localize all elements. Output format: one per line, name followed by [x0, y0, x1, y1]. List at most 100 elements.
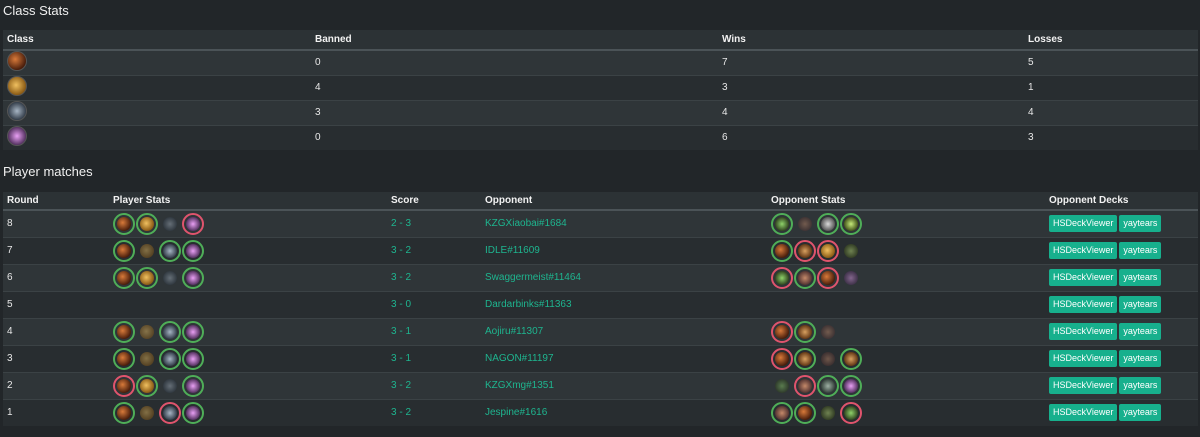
opponent-stats-icons [771, 320, 1041, 343]
rogue-icon [113, 320, 135, 343]
column-header-round: Round [3, 192, 109, 211]
warlock-icon [840, 240, 862, 262]
opponent-link[interactable]: Aojiru#11307 [481, 317, 767, 345]
class-stat-losses: 1 [1024, 74, 1198, 100]
yaytears-button[interactable]: yaytears [1119, 296, 1162, 313]
score-link[interactable]: 3 - 2 [387, 263, 481, 291]
round-cell: 1 [3, 398, 109, 426]
hsdeckviewer-button[interactable]: HSDeckViewer [1049, 215, 1118, 233]
hunter-icon [840, 347, 862, 370]
opponent-decks-cell: HSDeckViewer yaytears [1045, 344, 1198, 372]
paladin-icon [136, 266, 158, 289]
warrior-icon [794, 374, 816, 397]
player-stats-cell [109, 371, 387, 399]
yaytears-button[interactable]: yaytears [1119, 323, 1162, 340]
hsdeckviewer-button[interactable]: HSDeckViewer [1049, 242, 1118, 259]
hsdeckviewer-button[interactable]: HSDeckViewer [1049, 350, 1118, 367]
mage-icon [159, 267, 181, 289]
match-row: 4 3 - 1 Aojiru#11307 HSDeckViewer yaytears [3, 317, 1198, 345]
score-link[interactable]: 3 - 1 [387, 344, 481, 372]
player-stats-cell [109, 317, 387, 345]
demon-hunter-icon [182, 347, 204, 370]
rogue-class-icon [7, 51, 27, 72]
class-stat-banned: 3 [311, 99, 718, 125]
class-stat-wins: 6 [718, 124, 1024, 150]
opponent-link[interactable]: KZGXiaobai#1684 [481, 209, 767, 237]
yaytears-button[interactable]: yaytears [1119, 269, 1162, 286]
player-stats-icons [113, 212, 383, 235]
demon-hunter-icon [182, 266, 204, 289]
round-cell: 6 [3, 263, 109, 291]
warlock-icon [840, 212, 862, 235]
score-link[interactable]: 3 - 2 [387, 398, 481, 426]
hsdeckviewer-button[interactable]: HSDeckViewer [1049, 404, 1118, 422]
paladin-icon [136, 402, 158, 424]
demon-hunter-class-icon [7, 126, 27, 147]
class-stat-banned: 4 [311, 74, 718, 100]
opponent-link[interactable]: Swaggermeist#11464 [481, 263, 767, 291]
opponent-stats-cell [767, 209, 1045, 237]
class-stats-row: 431 [3, 74, 1198, 100]
paladin-class-icon [7, 76, 27, 96]
hsdeckviewer-button[interactable]: HSDeckViewer [1049, 377, 1118, 394]
score-link[interactable]: 3 - 2 [387, 236, 481, 264]
opponent-link[interactable]: IDLE#11609 [481, 236, 767, 264]
class-stat-banned: 0 [311, 124, 718, 150]
player-stats-icons [113, 266, 383, 289]
score-link[interactable]: 2 - 3 [387, 209, 481, 237]
match-row: 1 3 - 2 Jespine#1616 HSDeckViewer yaytears [3, 398, 1198, 426]
round-cell: 2 [3, 371, 109, 399]
hunter-icon [794, 320, 816, 343]
class-cell [3, 99, 311, 125]
match-row: 3 3 - 1 NAGON#11197 HSDeckViewer yaytears [3, 344, 1198, 372]
class-stat-losses: 4 [1024, 99, 1198, 125]
opponent-stats-cell [767, 398, 1045, 426]
score-link[interactable]: 3 - 0 [387, 290, 481, 318]
score-link[interactable]: 3 - 1 [387, 317, 481, 345]
match-row: 8 2 - 3 KZGXiaobai#1684 HSDeckViewer yaytear… [3, 209, 1198, 237]
warrior-icon [817, 321, 839, 343]
demon-hunter-icon [840, 267, 862, 289]
shaman-icon [817, 374, 839, 397]
class-cell [3, 124, 311, 150]
paladin-icon [136, 240, 158, 262]
class-stat-wins: 7 [718, 49, 1024, 75]
opponent-decks-cell: HSDeckViewer yaytears [1045, 236, 1198, 264]
yaytears-button[interactable]: yaytears [1119, 404, 1162, 422]
mage-icon [159, 347, 181, 370]
warrior-icon [794, 266, 816, 289]
score-link[interactable]: 3 - 2 [387, 371, 481, 399]
class-stat-wins: 3 [718, 74, 1024, 100]
yaytears-button[interactable]: yaytears [1119, 350, 1162, 367]
rogue-icon [113, 212, 135, 235]
demon-hunter-icon [182, 374, 204, 397]
column-header-class: Class [3, 30, 311, 51]
demon-hunter-icon [182, 401, 204, 424]
column-header-losses: Losses [1024, 30, 1198, 51]
rogue-icon [771, 347, 793, 370]
player-stats-icons [113, 347, 383, 370]
rogue-icon [771, 320, 793, 343]
round-cell: 8 [3, 209, 109, 237]
opponent-stats-cell [767, 290, 1045, 318]
hsdeckviewer-button[interactable]: HSDeckViewer [1049, 323, 1118, 340]
yaytears-button[interactable]: yaytears [1119, 377, 1162, 394]
opponent-decks-cell: HSDeckViewer yaytears [1045, 209, 1198, 237]
opponent-stats-cell [767, 371, 1045, 399]
opponent-link[interactable]: Dardarbinks#11363 [481, 290, 767, 318]
hsdeckviewer-button[interactable]: HSDeckViewer [1049, 269, 1118, 286]
yaytears-button[interactable]: yaytears [1119, 242, 1162, 259]
demon-hunter-icon [840, 374, 862, 397]
player-stats-cell [109, 398, 387, 426]
priest-icon [817, 212, 839, 235]
round-cell: 5 [3, 290, 109, 318]
yaytears-button[interactable]: yaytears [1119, 215, 1162, 233]
player-stats-cell [109, 236, 387, 264]
column-header-score: Score [387, 192, 481, 211]
opponent-link[interactable]: KZGXmg#1351 [481, 371, 767, 399]
opponent-link[interactable]: NAGON#11197 [481, 344, 767, 372]
hsdeckviewer-button[interactable]: HSDeckViewer [1049, 296, 1118, 313]
opponent-link[interactable]: Jespine#1616 [481, 398, 767, 426]
match-row: 6 3 - 2 Swaggermeist#11464 HSDeckViewer yayt… [3, 263, 1198, 291]
opponent-decks-cell: HSDeckViewer yaytears [1045, 263, 1198, 291]
